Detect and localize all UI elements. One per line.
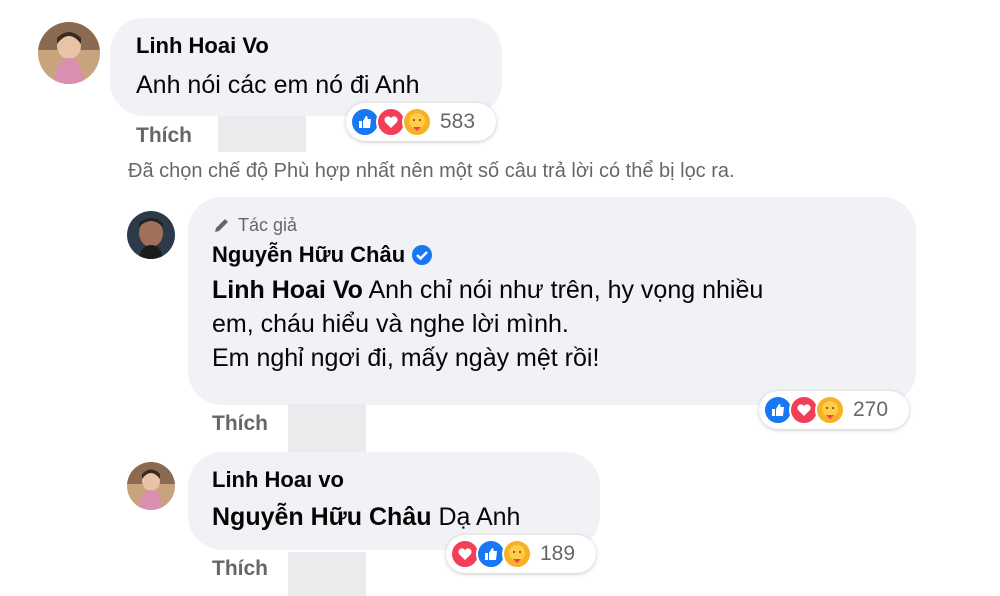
author-badge-label: Tác giả [238,214,298,235]
reaction-summary[interactable]: 583 [346,103,496,141]
comment-bubble: Linh Hoai Vo Anh nói các em nó đi Anh [110,18,502,116]
author-badge: Tác giả [212,213,916,237]
reply-author[interactable]: Linh Hoaı vo [212,466,600,494]
reply-text: Linh Hoai Vo Anh chỉ nói như trên, hy vọ… [212,273,916,375]
mention-link[interactable]: Nguyễn Hữu Châu [212,503,432,531]
care-icon [815,395,845,425]
blurred-area [218,116,306,152]
reply-author[interactable]: Nguyễn Hữu Châu [212,241,405,269]
avatar-linh-hoai-vo[interactable] [38,22,100,84]
mention-link[interactable]: Linh Hoai Vo [212,276,363,304]
reply-bubble: Tác giả Nguyễn Hữu Châu Linh Hoai Vo Anh… [188,197,916,405]
filter-notice: Đã chọn chế độ Phù hợp nhất nên một số c… [128,160,735,182]
like-link[interactable]: Thích [212,557,268,581]
reaction-summary[interactable]: 189 [446,535,596,573]
avatar-image [38,22,100,84]
like-link[interactable]: Thích [212,412,268,436]
reply-text: Nguyễn Hữu Châu Dạ Anh [212,500,600,534]
comment-text: Anh nói các em nó đi Anh [136,71,420,99]
avatar-image [127,211,175,259]
reaction-count: 189 [540,542,576,565]
reply-text-line2: em, cháu hiểu và nghe lời mình. [212,310,569,338]
comment-author[interactable]: Linh Hoai Vo [136,32,502,60]
care-icon [402,107,432,137]
reaction-count: 270 [853,398,889,421]
blurred-area [288,552,366,596]
avatar-image [127,462,175,510]
reaction-summary[interactable]: 270 [759,391,909,429]
pencil-icon [215,219,228,232]
verified-badge-icon [412,245,433,265]
reaction-count: 583 [440,110,476,133]
reply-text-line1: Anh chỉ nói như trên, hy vọng nhiều [362,276,764,304]
like-link[interactable]: Thích [136,124,192,148]
reply-text-content: Dạ Anh [431,503,521,531]
reply-text-line3: Em nghỉ ngơi đi, mấy ngày mệt rồi! [212,344,600,372]
blurred-area [288,404,366,452]
care-icon [502,539,532,569]
avatar-linh-hoai-vo[interactable] [127,462,175,510]
avatar-nguyen-huu-chau[interactable] [127,211,175,259]
